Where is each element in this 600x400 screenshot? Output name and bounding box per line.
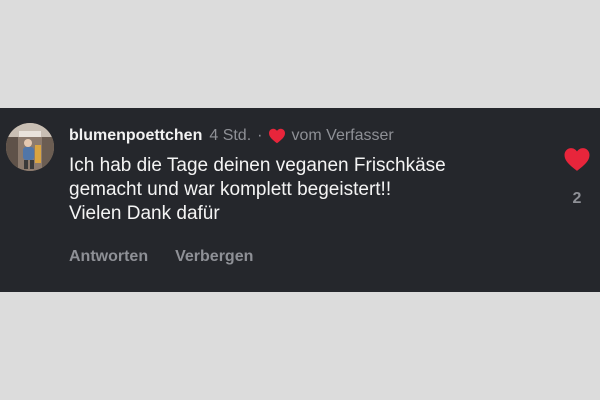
comment-text-line: Vielen Dank dafür: [69, 203, 220, 224]
comment-card: blumenpoettchen 4 Std. · vom Verfasser I…: [0, 108, 600, 292]
heart-icon: [269, 128, 286, 144]
meta-separator: ·: [257, 127, 263, 144]
timestamp: 4 Std.: [209, 127, 252, 144]
page: blumenpoettchen 4 Std. · vom Verfasser I…: [0, 0, 600, 400]
like-heart-icon[interactable]: [563, 147, 591, 172]
avatar-image: [6, 123, 54, 171]
avatar[interactable]: [6, 123, 54, 171]
author-liked-badge: vom Verfasser: [291, 127, 394, 144]
hide-button[interactable]: Verbergen: [175, 248, 253, 266]
comment-actions: Antworten Verbergen: [69, 248, 253, 266]
comment-text: Ich hab die Tage deinen veganen Frischkä…: [69, 154, 549, 226]
like-count: 2: [572, 190, 582, 207]
comment-text-line: gemacht und war komplett begeistert!!: [69, 179, 392, 200]
comment-text-line: Ich hab die Tage deinen veganen Frischkä…: [69, 155, 446, 176]
comment-meta: blumenpoettchen 4 Std. · vom Verfasser: [69, 126, 394, 146]
username[interactable]: blumenpoettchen: [69, 127, 202, 145]
reply-button[interactable]: Antworten: [69, 248, 148, 266]
